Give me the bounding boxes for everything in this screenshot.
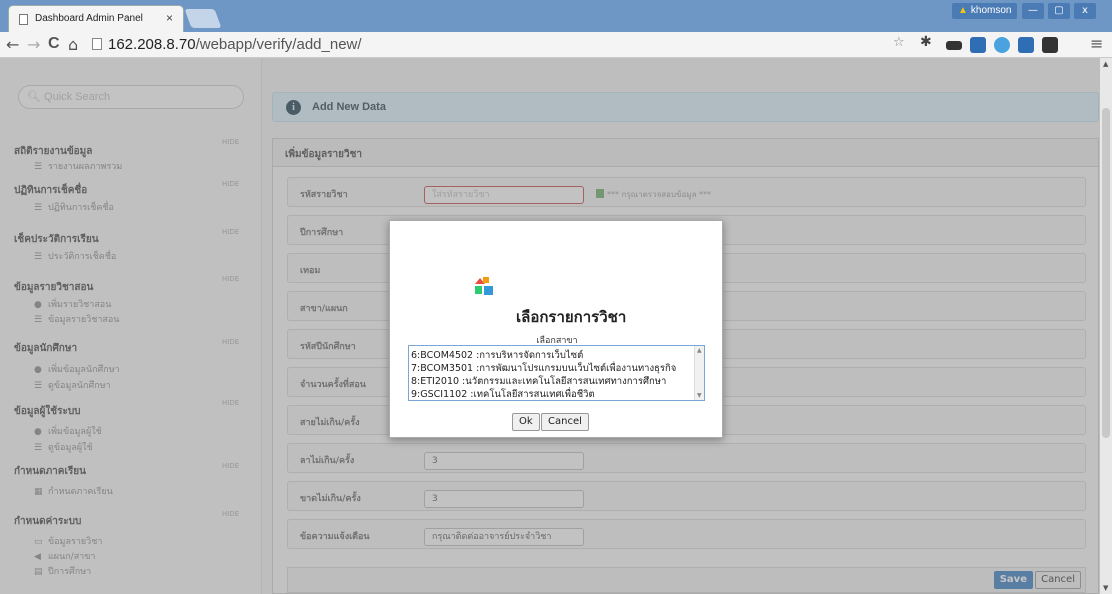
tab-close-icon[interactable]: × bbox=[166, 11, 173, 25]
tab-title: Dashboard Admin Panel bbox=[35, 13, 143, 24]
maximize-button[interactable]: ▢ bbox=[1048, 3, 1070, 19]
extension-icon[interactable] bbox=[1018, 37, 1034, 53]
extension-icon[interactable] bbox=[994, 37, 1010, 53]
page-scrollbar[interactable]: ▲ ▼ bbox=[1100, 58, 1112, 594]
profile-name: khomson bbox=[970, 5, 1012, 16]
browser-tab[interactable]: Dashboard Admin Panel × bbox=[8, 5, 184, 32]
url-path: /webapp/verify/add_new/ bbox=[195, 36, 362, 53]
page-icon bbox=[19, 14, 28, 25]
address-bar[interactable]: 162.208.8.70/webapp/verify/add_new/ bbox=[92, 36, 362, 53]
menu-icon[interactable]: ≡ bbox=[1090, 34, 1103, 53]
dialog-title: เลือกรายการวิชา bbox=[516, 308, 627, 326]
new-tab-button[interactable] bbox=[184, 9, 222, 28]
profile-badge[interactable]: ▲ khomson bbox=[952, 3, 1018, 19]
close-window-button[interactable]: x bbox=[1074, 3, 1096, 19]
scroll-down-icon[interactable]: ▼ bbox=[697, 392, 702, 399]
url-host: 162.208.8.70 bbox=[108, 36, 196, 53]
minimize-button[interactable]: — bbox=[1022, 3, 1044, 19]
reload-button[interactable]: C bbox=[48, 35, 60, 53]
extension-icon[interactable] bbox=[1042, 37, 1058, 53]
dialog-cancel-button[interactable]: Cancel bbox=[541, 413, 589, 431]
scroll-up-icon[interactable]: ▲ bbox=[697, 347, 702, 354]
bookmark-star-icon[interactable]: ☆ bbox=[893, 35, 909, 51]
list-option[interactable]: 9:GSCI1102 :เทคโนโลยีสารสนเทศเพื่อชีวิต bbox=[411, 387, 595, 400]
forward-button[interactable]: → bbox=[27, 35, 40, 54]
extension-icon[interactable]: ✱ bbox=[920, 34, 936, 50]
scrollbar-thumb[interactable] bbox=[1102, 108, 1110, 438]
home-button[interactable]: ⌂ bbox=[68, 35, 78, 54]
select-course-dialog: เลือกรายการวิชา เลือกสาขา 6:BCOM4502 :กา… bbox=[389, 220, 723, 438]
scroll-down-icon[interactable]: ▼ bbox=[1103, 584, 1108, 592]
warning-icon: ▲ bbox=[958, 5, 968, 16]
browser-toolbar: ← → C ⌂ 162.208.8.70/webapp/verify/add_n… bbox=[0, 32, 1112, 58]
extension-icon[interactable] bbox=[946, 41, 962, 50]
extension-icon[interactable] bbox=[970, 37, 986, 53]
course-listbox[interactable]: 6:BCOM4502 :การบริหารจัดการเว็บไซต์ 7:BC… bbox=[408, 345, 705, 401]
browser-titlebar: Dashboard Admin Panel × ▲ khomson — ▢ x bbox=[0, 0, 1112, 32]
scroll-up-icon[interactable]: ▲ bbox=[1103, 60, 1108, 68]
ok-button[interactable]: Ok bbox=[512, 413, 540, 431]
back-button[interactable]: ← bbox=[6, 35, 19, 54]
listbox-scrollbar[interactable]: ▲ ▼ bbox=[694, 346, 704, 400]
app-logo-icon bbox=[475, 277, 493, 295]
page-icon bbox=[92, 38, 102, 50]
